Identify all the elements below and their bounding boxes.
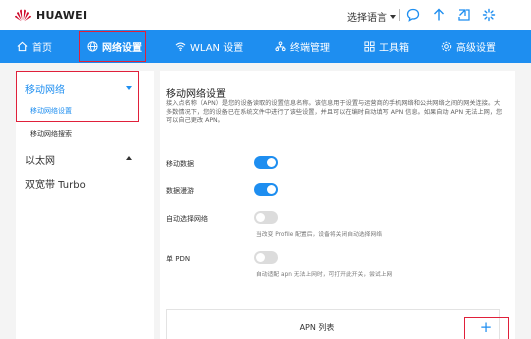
auto-select-network-toggle[interactable] bbox=[254, 211, 278, 224]
top-bar: HUAWEI 选择语言 bbox=[0, 0, 531, 30]
chevron-down-icon bbox=[390, 14, 396, 19]
nav-device-management[interactable]: 终端管理 bbox=[275, 30, 330, 63]
single-pdn-toggle[interactable] bbox=[254, 251, 278, 264]
nav-home[interactable]: 首页 bbox=[17, 30, 52, 63]
sidebar-item-mobile-network-search[interactable]: 移动网络搜索 bbox=[30, 129, 72, 139]
brand-name: HUAWEI bbox=[36, 8, 88, 22]
logout-icon[interactable] bbox=[457, 8, 471, 22]
devices-icon bbox=[275, 41, 286, 52]
sidebar: 移动网络 移动网络设置 移动网络搜索 以太网 双宽带 Turbo bbox=[16, 71, 154, 339]
nav-wlan-settings[interactable]: WLAN 设置 bbox=[175, 30, 243, 63]
add-apn-button[interactable]: + bbox=[476, 318, 496, 336]
apn-list-panel: APN 列表 + bbox=[166, 309, 509, 339]
chevron-down-icon[interactable] bbox=[126, 86, 132, 90]
nav-toolbox[interactable]: 工具箱 bbox=[364, 30, 409, 63]
data-roaming-toggle[interactable] bbox=[254, 183, 278, 196]
mobile-data-toggle[interactable] bbox=[254, 156, 278, 169]
nav-highlight-box bbox=[79, 31, 146, 62]
toolbox-icon bbox=[364, 41, 375, 52]
chevron-up-icon[interactable] bbox=[126, 156, 132, 160]
single-pdn-label: 单 PDN bbox=[166, 255, 191, 263]
wifi-icon bbox=[175, 42, 186, 51]
toggle-knob bbox=[256, 253, 265, 262]
main-nav: 首页 网络设置 WLAN 设置 终端管理 工具箱 高级设置 bbox=[0, 30, 531, 63]
language-label: 选择语言 bbox=[347, 13, 387, 24]
apn-list-title: APN 列表 bbox=[299, 323, 335, 332]
sidebar-group-ethernet[interactable]: 以太网 bbox=[25, 152, 55, 167]
nav-label: 工具箱 bbox=[379, 43, 409, 54]
page-description: 接入点名称（APN）是您的设备读取的设置信息名称。该信息用于设置与运营商的手机网… bbox=[166, 100, 503, 124]
sidebar-item-dual-broadband-turbo[interactable]: 双宽带 Turbo bbox=[25, 176, 86, 191]
nav-label: 终端管理 bbox=[290, 43, 330, 54]
data-roaming-label: 数据漫游 bbox=[166, 187, 194, 195]
nav-advanced-settings[interactable]: 高级设置 bbox=[441, 30, 496, 63]
chat-bubble-icon[interactable] bbox=[406, 8, 420, 22]
nav-label: 首页 bbox=[32, 43, 52, 54]
nav-label: WLAN 设置 bbox=[190, 43, 244, 54]
nav-label: 高级设置 bbox=[456, 43, 496, 54]
home-icon bbox=[17, 41, 28, 52]
language-selector[interactable]: 选择语言 bbox=[347, 9, 396, 24]
toggle-knob bbox=[256, 213, 265, 222]
loading-spinner-icon[interactable] bbox=[482, 8, 496, 22]
huawei-flower-icon bbox=[15, 9, 31, 22]
toggle-knob bbox=[267, 185, 276, 194]
auto-select-network-label: 自动选择网络 bbox=[166, 215, 208, 223]
mobile-data-label: 移动数据 bbox=[166, 160, 194, 168]
gear-icon bbox=[441, 41, 452, 52]
divider bbox=[399, 9, 400, 21]
main-panel: 移动网络设置 接入点名称（APN）是您的设备读取的设置信息名称。该信息用于设置与… bbox=[160, 71, 515, 339]
page-title: 移动网络设置 bbox=[166, 89, 226, 100]
single-pdn-hint: 自动适配 apn 无法上网时，可打开此开关，尝试上网 bbox=[256, 272, 393, 278]
sidebar-group-mobile-network[interactable]: 移动网络 bbox=[25, 81, 65, 96]
sidebar-item-mobile-network-settings[interactable]: 移动网络设置 bbox=[30, 106, 72, 116]
auto-select-network-hint: 当改变 Profile 配置后，设备将关闭自动选择网络 bbox=[256, 232, 383, 238]
toggle-knob bbox=[267, 158, 276, 167]
huawei-logo[interactable]: HUAWEI bbox=[14, 7, 87, 23]
upload-arrow-icon[interactable] bbox=[432, 8, 446, 22]
